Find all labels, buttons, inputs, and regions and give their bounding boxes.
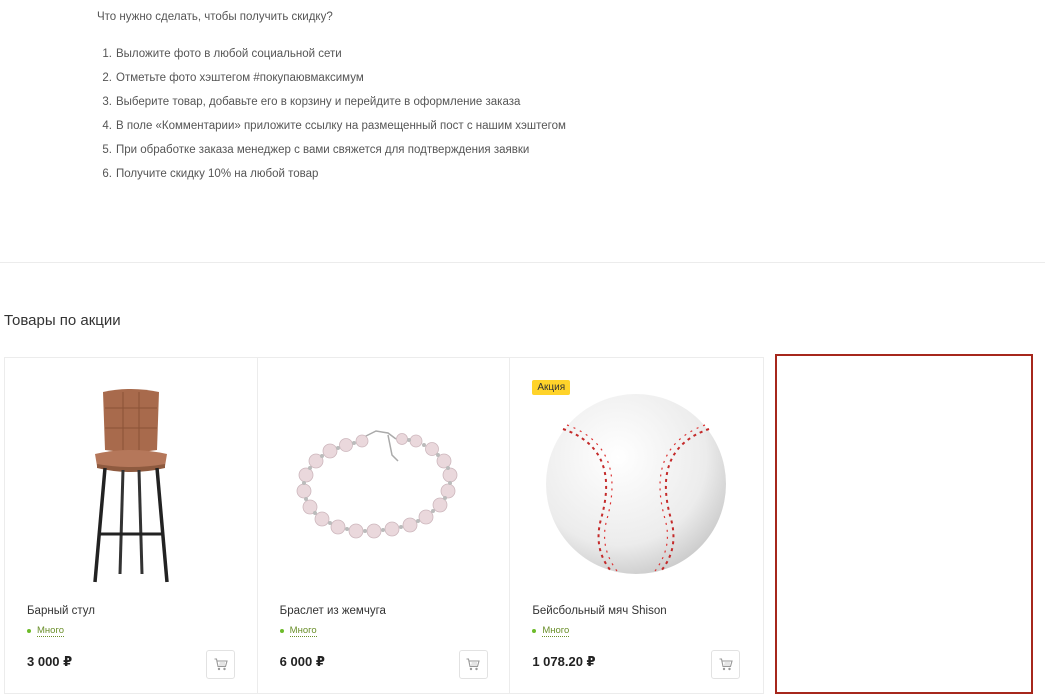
stock-status: Много — [27, 625, 64, 637]
section-divider — [0, 262, 1045, 263]
product-image-bar-stool[interactable] — [27, 380, 235, 588]
stock-label: Много — [542, 625, 570, 637]
step-number: 5. — [102, 144, 112, 156]
stock-status: Много — [279, 625, 317, 637]
stock-status: Много — [532, 625, 570, 637]
add-to-cart-button[interactable] — [711, 650, 741, 679]
step-text: В поле «Комментарии» приложите ссылку на… — [116, 120, 566, 132]
add-to-cart-button[interactable] — [206, 650, 235, 679]
step-item: 3. Выберите товар, добавьте его в корзину… — [97, 94, 797, 110]
step-number: 1. — [102, 48, 112, 60]
step-number: 2. — [102, 72, 112, 84]
product-price: 1 078.20 ₽ — [532, 654, 596, 669]
stock-dot-icon — [27, 629, 31, 633]
stock-label: Много — [289, 625, 317, 637]
instructions-question: Что нужно сделать, чтобы получить скидку… — [97, 11, 333, 23]
step-number: 4. — [102, 120, 112, 132]
cart-icon — [214, 658, 228, 671]
add-to-cart-button[interactable] — [458, 650, 488, 679]
step-item: 4. В поле «Комментарии» приложите ссылку … — [97, 118, 797, 134]
product-price: 3 000 ₽ — [27, 654, 73, 669]
steps-list: 1. Выложите фото в любой социальной сети … — [97, 46, 797, 182]
step-number: 3. — [102, 96, 112, 108]
step-item: 1. Выложите фото в любой социальной сети — [97, 46, 797, 62]
empty-highlighted-slot — [775, 354, 1033, 694]
step-text: При обработке заказа менеджер с вами свя… — [116, 144, 530, 156]
step-number: 6. — [102, 168, 112, 180]
stock-dot-icon — [279, 629, 284, 633]
product-image-baseball[interactable] — [532, 380, 740, 588]
sale-badge: Акция — [532, 380, 571, 395]
product-card[interactable]: Барный стул Много 3 000 ₽ — [5, 358, 258, 693]
step-text: Получите скидку 10% на любой товар — [116, 168, 319, 180]
product-image-pearl-bracelet[interactable] — [280, 380, 488, 588]
step-text: Отметьте фото хэштегом #покупаювмаксимум — [116, 72, 364, 84]
step-item: 2. Отметьте фото хэштегом #покупаювмаксим… — [97, 70, 797, 86]
stock-label: Много — [37, 625, 64, 637]
step-item: 6. Получите скидку 10% на любой товар — [97, 166, 797, 182]
step-item: 5. При обработке заказа менеджер с вами с… — [97, 142, 797, 158]
product-name[interactable]: Бейсбольный мяч Shison — [532, 605, 666, 617]
product-grid: Барный стул Много 3 000 ₽ Браслет из жем… — [4, 357, 764, 694]
product-card[interactable]: Браслет из жемчуга Много 6 000 ₽ — [258, 358, 511, 693]
product-card[interactable]: Акция Бейсбольный мяч Shison Много 1 078 — [510, 358, 763, 693]
cart-icon — [466, 658, 480, 671]
product-name[interactable]: Барный стул — [27, 605, 95, 617]
product-name[interactable]: Браслет из жемчуга — [280, 605, 386, 617]
product-price: 6 000 ₽ — [279, 654, 325, 669]
discount-instructions: Что нужно сделать, чтобы получить скидку… — [97, 9, 797, 190]
step-text: Выложите фото в любой социальной сети — [116, 48, 342, 60]
stock-dot-icon — [532, 629, 537, 633]
section-title: Товары по акции — [4, 312, 121, 329]
cart-icon — [719, 658, 733, 671]
step-text: Выберите товар, добавьте его в корзину и… — [116, 96, 521, 108]
